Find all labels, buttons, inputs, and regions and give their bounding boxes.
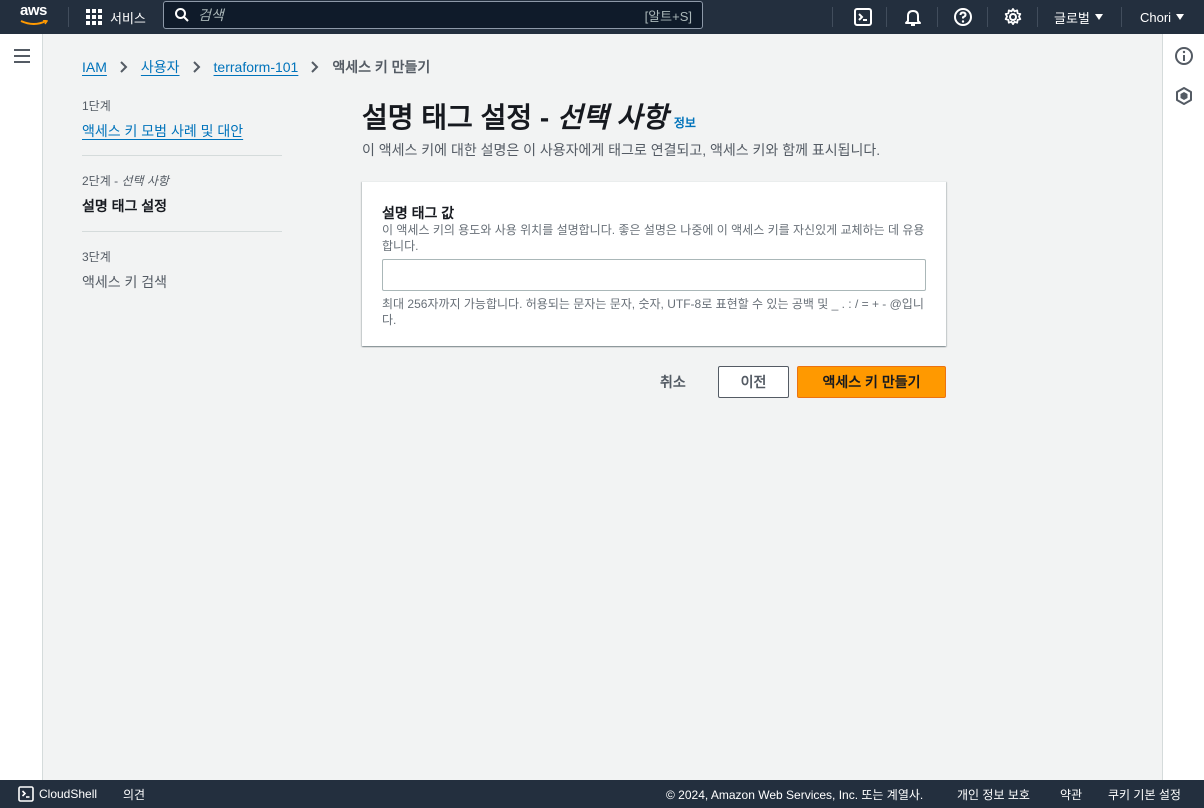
settings-icon[interactable] (1003, 7, 1023, 27)
breadcrumb-users[interactable]: 사용자 (141, 57, 180, 77)
top-navigation: aws 서비스 [알트+S] (0, 0, 1204, 34)
privacy-link[interactable]: 개인 정보 보호 (957, 780, 1030, 808)
step-link[interactable]: 액세스 키 모범 사례 및 대안 (82, 121, 243, 141)
services-menu[interactable]: 서비스 (86, 0, 146, 34)
field-constraint: 최대 256자까지 가능합니다. 허용되는 문자는 문자, 숫자, UTF-8로… (382, 297, 924, 327)
step-number: 1단계 (82, 99, 111, 113)
cube-icon[interactable] (1174, 86, 1194, 106)
cookie-preferences-link[interactable]: 쿠키 기본 설정 (1108, 780, 1181, 808)
breadcrumb-current: 액세스 키 만들기 (332, 59, 431, 75)
caret-down-icon (1176, 14, 1185, 20)
wizard-step-2: 2단계 - 선택 사항 설명 태그 설정 (82, 156, 282, 232)
info-link[interactable]: 정보 (674, 116, 696, 130)
cloudshell-icon (18, 786, 34, 802)
step-label: 액세스 키 검색 (82, 274, 168, 290)
chevron-right-icon (311, 61, 319, 73)
nav-divider (886, 7, 887, 27)
chevron-right-icon (120, 61, 128, 73)
help-icon[interactable] (953, 7, 973, 27)
notifications-icon[interactable] (903, 7, 923, 27)
feedback-link[interactable]: 의견 (123, 780, 145, 808)
breadcrumb: IAM 사용자 terraform-101 액세스 키 만들기 (82, 57, 430, 77)
description-tag-input[interactable] (382, 259, 926, 291)
footer: CloudShell 의견 © 2024, Amazon Web Service… (0, 780, 1204, 808)
search-input[interactable] (198, 7, 645, 23)
breadcrumb-iam[interactable]: IAM (82, 59, 107, 75)
chevron-right-icon (192, 61, 200, 73)
aws-smile-icon (20, 20, 48, 25)
title-optional: 선택 사항 (557, 102, 668, 133)
step-number: 3단계 (82, 250, 111, 264)
caret-down-icon (1094, 14, 1103, 20)
services-label: 서비스 (110, 10, 146, 26)
info-icon[interactable] (1174, 46, 1194, 66)
services-grid-icon (86, 9, 102, 25)
region-label: 글로벌 (1054, 10, 1090, 26)
nav-divider (68, 7, 69, 27)
nav-divider (1037, 7, 1038, 27)
user-menu[interactable]: Chori (1140, 0, 1185, 34)
field-description: 이 액세스 키의 용도와 사용 위치를 설명합니다. 좋은 설명은 나중에 이 … (382, 223, 925, 253)
step-label-active: 설명 태그 설정 (82, 198, 168, 214)
aws-logo[interactable]: aws (14, 2, 54, 29)
step-number: 2단계 - 선택 사항 (82, 174, 169, 188)
cloudshell-button[interactable]: CloudShell (18, 780, 97, 808)
terms-link[interactable]: 약관 (1060, 780, 1082, 808)
nav-divider (1121, 7, 1122, 27)
search-icon (175, 8, 189, 22)
breadcrumb-user-terraform[interactable]: terraform-101 (214, 59, 299, 75)
nav-divider (832, 7, 833, 27)
right-rail (1162, 34, 1204, 780)
wizard-step-3: 3단계 액세스 키 검색 (82, 232, 282, 292)
wizard-steps: 1단계 액세스 키 모범 사례 및 대안 2단계 - 선택 사항 설명 태그 설… (82, 97, 282, 292)
step-optional: 선택 사항 (121, 174, 169, 188)
aws-logo-text: aws (20, 2, 47, 19)
page-description: 이 액세스 키에 대한 설명은 이 사용자에게 태그로 연결되고, 액세스 키와… (362, 142, 881, 158)
menu-icon[interactable] (14, 49, 30, 63)
page-title: 설명 태그 설정 - 선택 사항 정보 (362, 102, 696, 133)
search-shortcut: [알트+S] (644, 8, 692, 24)
create-access-key-button[interactable]: 액세스 키 만들기 (797, 366, 946, 398)
region-selector[interactable]: 글로벌 (1054, 0, 1103, 34)
cloudshell-label: CloudShell (39, 787, 98, 801)
left-rail (0, 34, 43, 780)
copyright: © 2024, Amazon Web Services, Inc. 또는 계열사… (666, 787, 924, 802)
nav-divider (937, 7, 938, 27)
cancel-button[interactable]: 취소 (648, 366, 698, 398)
nav-divider (987, 7, 988, 27)
previous-button[interactable]: 이전 (718, 366, 789, 398)
field-label: 설명 태그 값 (382, 205, 455, 221)
cloudshell-icon[interactable] (853, 7, 873, 27)
search-bar[interactable]: [알트+S] (163, 1, 703, 29)
description-tag-panel: 설명 태그 값 이 액세스 키의 용도와 사용 위치를 설명합니다. 좋은 설명… (362, 181, 946, 346)
user-label: Chori (1140, 9, 1172, 25)
wizard-step-1: 1단계 액세스 키 모범 사례 및 대안 (82, 97, 282, 156)
